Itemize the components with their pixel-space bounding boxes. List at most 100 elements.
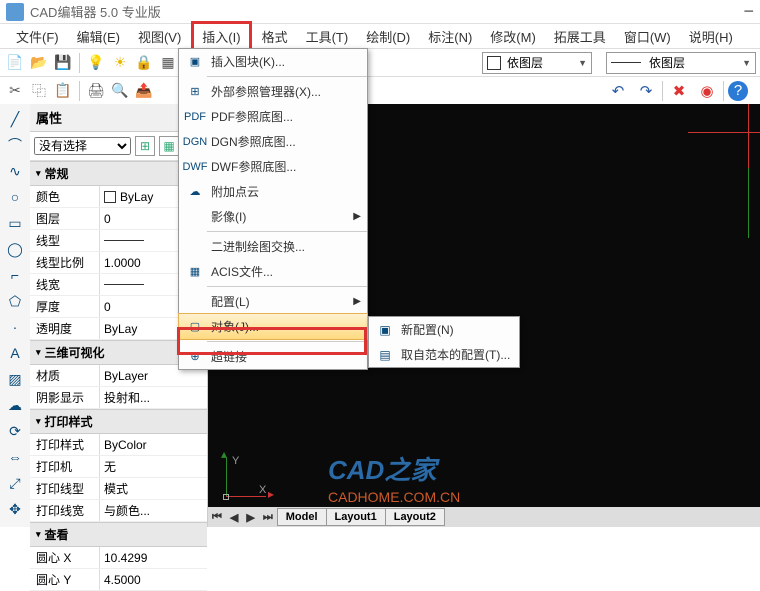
category-view[interactable]: 查看 bbox=[30, 522, 207, 547]
object-icon: ▢ bbox=[185, 319, 205, 335]
menu-help[interactable]: 说明(H) bbox=[681, 24, 741, 49]
menu-insert-block[interactable]: ▣插入图块(K)... bbox=[179, 49, 367, 74]
toolbar-row-2: ✂ ⿻ 📋 🖨 🔍 📤 ↶ ↷ ✖ ◉ ? bbox=[0, 76, 760, 104]
menu-point-cloud[interactable]: ☁附加点云 bbox=[179, 179, 367, 204]
link-icon: ⊕ bbox=[185, 349, 205, 365]
menu-dgn-underlay[interactable]: DGNDGN参照底图... bbox=[179, 129, 367, 154]
menu-image[interactable]: 影像(I)▶ bbox=[179, 204, 367, 229]
cut-icon[interactable]: ✂ bbox=[4, 80, 26, 102]
layer-icon[interactable]: ▦ bbox=[157, 52, 179, 74]
layout-tabs: ⏮ ◀ ▶ ⏭ Model Layout1 Layout2 bbox=[208, 507, 760, 527]
menu-dwf-underlay[interactable]: DWFDWF参照底图... bbox=[179, 154, 367, 179]
toolbar-row-1: 📄 📂 💾 💡 ☀ 🔒 ▦ ▪ 依图层 ▼ 依图层 ▼ bbox=[0, 48, 760, 76]
crosshair-vertical-green bbox=[748, 168, 749, 238]
layer-lineweight-dropdown[interactable]: 依图层 ▼ bbox=[606, 52, 756, 74]
menu-edit[interactable]: 编辑(E) bbox=[69, 24, 128, 49]
tab-last-icon[interactable]: ⏭ bbox=[259, 511, 277, 524]
copy-icon[interactable]: ⿻ bbox=[28, 80, 50, 102]
open-icon[interactable]: 📂 bbox=[28, 52, 50, 74]
menu-hyperlink[interactable]: ⊕超链接 bbox=[179, 344, 367, 369]
app-title: CAD编辑器 5.0 专业版 bbox=[30, 2, 161, 21]
tab-model[interactable]: Model bbox=[277, 508, 327, 526]
point-tool-icon[interactable]: · bbox=[4, 316, 26, 338]
watermark-text: CAD之家 bbox=[328, 450, 436, 487]
bulb-icon[interactable]: 💡 bbox=[85, 52, 107, 74]
cloud-icon: ☁ bbox=[185, 184, 205, 200]
move-tool-icon[interactable]: ✥ bbox=[4, 498, 26, 520]
left-tool-palette: ╱ ⌒ ∿ ○ ▭ ◯ ⌐ ⬠ · A ▨ ☁ ⟳ ⇔ ⤢ ✥ bbox=[0, 104, 30, 527]
line-tool-icon[interactable]: ╱ bbox=[4, 108, 26, 130]
print-icon[interactable]: 🖨 bbox=[85, 80, 107, 102]
crosshair-horizontal bbox=[688, 132, 760, 133]
polygon-tool-icon[interactable]: ⬠ bbox=[4, 290, 26, 312]
menu-modify[interactable]: 修改(M) bbox=[482, 24, 544, 49]
menu-binary-dwg[interactable]: 二进制绘图交换... bbox=[179, 234, 367, 259]
cloud-tool-icon[interactable]: ☁ bbox=[4, 394, 26, 416]
text-tool-icon[interactable]: A bbox=[4, 342, 26, 364]
menu-xref-manager[interactable]: ⊞外部参照管理器(X)... bbox=[179, 79, 367, 104]
hatch-tool-icon[interactable]: ▨ bbox=[4, 368, 26, 390]
minimize-button[interactable]: − bbox=[743, 1, 754, 22]
tab-layout2[interactable]: Layout2 bbox=[385, 508, 445, 526]
arc-tool-icon[interactable]: ⌒ bbox=[4, 134, 26, 156]
select-icon[interactable]: ▦ bbox=[159, 136, 179, 156]
tab-first-icon[interactable]: ⏮ bbox=[208, 511, 226, 524]
config-submenu: ▣新配置(N) ▤取自范本的配置(T)... bbox=[368, 316, 520, 368]
publish-icon[interactable]: 📤 bbox=[133, 80, 155, 102]
preview-icon[interactable]: 🔍 bbox=[109, 80, 131, 102]
insert-menu-dropdown: ▣插入图块(K)... ⊞外部参照管理器(X)... PDFPDF参照底图...… bbox=[178, 48, 368, 370]
tab-layout1[interactable]: Layout1 bbox=[326, 508, 386, 526]
target-icon[interactable]: ◉ bbox=[695, 79, 719, 103]
selection-dropdown[interactable]: 没有选择 bbox=[34, 137, 131, 155]
lock-icon[interactable]: 🔒 bbox=[133, 52, 155, 74]
circle-tool-icon[interactable]: ○ bbox=[4, 186, 26, 208]
chevron-down-icon: ▼ bbox=[742, 58, 751, 68]
menu-object[interactable]: ▢对象(J)... bbox=[178, 313, 368, 340]
template-icon: ▤ bbox=[375, 347, 395, 363]
mirror-tool-icon[interactable]: ⇔ bbox=[4, 446, 26, 468]
menu-config[interactable]: 配置(L)▶ bbox=[179, 289, 367, 314]
pdf-icon: PDF bbox=[185, 109, 205, 125]
rect-tool-icon[interactable]: ▭ bbox=[4, 212, 26, 234]
menu-annotate[interactable]: 标注(N) bbox=[420, 24, 480, 49]
submenu-from-template[interactable]: ▤取自范本的配置(T)... bbox=[369, 342, 519, 367]
submenu-new-config[interactable]: ▣新配置(N) bbox=[369, 317, 519, 342]
save-icon[interactable]: 💾 bbox=[52, 52, 74, 74]
xref-icon: ⊞ bbox=[185, 84, 205, 100]
layer-color-dropdown[interactable]: 依图层 ▼ bbox=[482, 52, 592, 74]
menu-format[interactable]: 格式 bbox=[254, 24, 296, 49]
sun-icon[interactable]: ☀ bbox=[109, 52, 131, 74]
rotate-tool-icon[interactable]: ⟳ bbox=[4, 420, 26, 442]
watermark-url: CADHOME.COM.CN bbox=[328, 489, 460, 505]
category-plot[interactable]: 打印样式 bbox=[30, 409, 207, 434]
menu-acis[interactable]: ▦ACIS文件... bbox=[179, 259, 367, 284]
new-config-icon: ▣ bbox=[375, 322, 395, 338]
tab-next-icon[interactable]: ▶ bbox=[242, 511, 258, 524]
dwf-icon: DWF bbox=[185, 159, 205, 175]
spline-tool-icon[interactable]: ∿ bbox=[4, 160, 26, 182]
undo-icon[interactable]: ↶ bbox=[606, 79, 630, 103]
cancel-icon[interactable]: ✖ bbox=[667, 79, 691, 103]
menu-pdf-underlay[interactable]: PDFPDF参照底图... bbox=[179, 104, 367, 129]
chevron-down-icon: ▼ bbox=[578, 58, 587, 68]
acis-icon: ▦ bbox=[185, 264, 205, 280]
paste-icon[interactable]: 📋 bbox=[52, 80, 74, 102]
tab-prev-icon[interactable]: ◀ bbox=[226, 511, 242, 524]
help-icon[interactable]: ? bbox=[728, 81, 748, 101]
menu-insert[interactable]: 插入(I) bbox=[191, 21, 251, 52]
menu-tools[interactable]: 工具(T) bbox=[298, 24, 357, 49]
new-icon[interactable]: 📄 bbox=[4, 52, 26, 74]
polyline-tool-icon[interactable]: ⌐ bbox=[4, 264, 26, 286]
menu-draw[interactable]: 绘制(D) bbox=[358, 24, 418, 49]
app-logo-icon bbox=[6, 3, 24, 21]
menu-file[interactable]: 文件(F) bbox=[8, 24, 67, 49]
crosshair-vertical-red bbox=[748, 104, 749, 168]
scale-tool-icon[interactable]: ⤢ bbox=[4, 472, 26, 494]
menu-extend[interactable]: 拓展工具 bbox=[546, 24, 614, 49]
quickselect-icon[interactable]: ⊞ bbox=[135, 136, 155, 156]
redo-icon[interactable]: ↷ bbox=[634, 79, 658, 103]
ellipse-tool-icon[interactable]: ◯ bbox=[4, 238, 26, 260]
menu-view[interactable]: 视图(V) bbox=[130, 24, 189, 49]
color-swatch-icon bbox=[487, 56, 501, 70]
menu-window[interactable]: 窗口(W) bbox=[616, 24, 679, 49]
